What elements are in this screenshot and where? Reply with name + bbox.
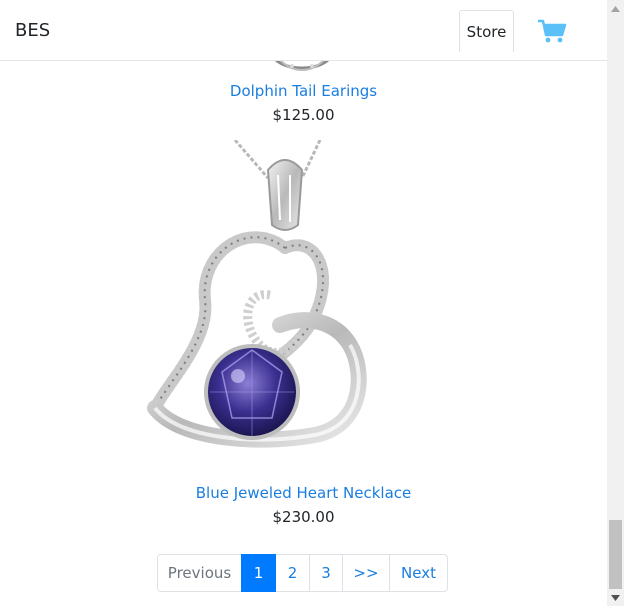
brand-link[interactable]: BES	[15, 20, 50, 41]
store-tab-label: Store	[466, 22, 507, 41]
shopping-cart-icon[interactable]	[537, 18, 567, 44]
product-name-link[interactable]: Blue Jeweled Heart Necklace	[0, 484, 607, 502]
scrollbar-thumb[interactable]	[609, 520, 622, 589]
pagination: Previous 1 2 3 >> Next	[157, 554, 448, 592]
scroll-down-arrow-icon[interactable]	[607, 589, 624, 606]
store-tab[interactable]: Store	[459, 10, 514, 52]
pagination-previous[interactable]: Previous	[157, 554, 242, 592]
product-price: $125.00	[272, 106, 335, 124]
vertical-scrollbar[interactable]	[607, 0, 624, 606]
product-name-link[interactable]: Dolphin Tail Earings	[0, 82, 607, 100]
page-viewport: BES Store Dolphin Tail Earings $125.00 B…	[0, 0, 607, 606]
scroll-up-arrow-icon[interactable]	[607, 0, 624, 17]
pagination-next[interactable]: Next	[389, 554, 448, 592]
navbar: BES Store	[0, 0, 607, 61]
pagination-skip-forward[interactable]: >>	[342, 554, 390, 592]
pagination-page-3[interactable]: 3	[309, 554, 343, 592]
pagination-page-2[interactable]: 2	[275, 554, 310, 592]
product-price: $230.00	[272, 508, 335, 526]
pagination-page-1[interactable]: 1	[241, 554, 276, 592]
heart-necklace-image[interactable]	[140, 140, 370, 475]
